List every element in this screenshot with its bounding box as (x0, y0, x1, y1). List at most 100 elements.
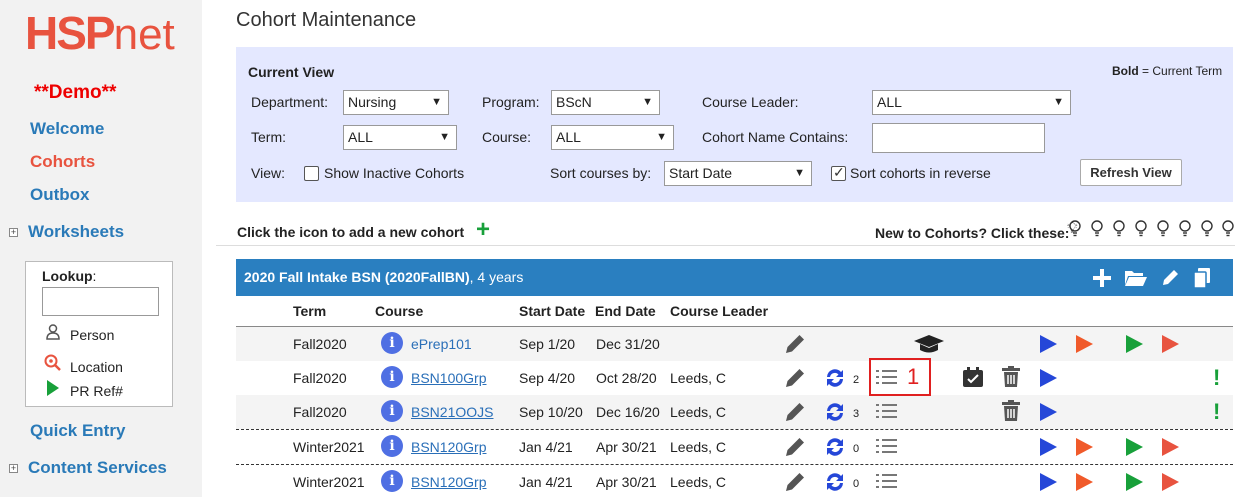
program-label: Program: (482, 94, 540, 110)
lookup-location[interactable]: Location (44, 354, 123, 375)
nav-outbox[interactable]: Outbox (30, 185, 90, 205)
course-link[interactable]: ePrep101 (411, 336, 472, 352)
course-select[interactable]: ALL ▼ (551, 125, 674, 150)
col-start: Start Date (519, 303, 586, 319)
lookup-input[interactable] (42, 287, 159, 316)
add-cohort-plus-icon[interactable]: + (476, 218, 490, 242)
course-leader-select[interactable]: ALL ▼ (872, 90, 1071, 115)
sync-count: 0 (853, 443, 860, 455)
pencil-icon[interactable] (784, 401, 806, 423)
alert-icon[interactable]: ! (1213, 399, 1220, 425)
sort-reverse-label: Sort cohorts in reverse (850, 165, 991, 181)
list-icon[interactable] (876, 402, 898, 422)
folder-open-icon[interactable] (1124, 269, 1148, 287)
divider (216, 245, 1235, 246)
info-icon[interactable]: i (381, 366, 403, 388)
play-blue-icon[interactable] (1040, 403, 1057, 421)
info-icon[interactable]: i (381, 332, 403, 354)
sync-icon[interactable] (823, 366, 847, 390)
sync-count: 3 (853, 408, 860, 420)
current-view-heading: Current View (248, 64, 335, 80)
nav-cohorts[interactable]: Cohorts (30, 152, 95, 172)
copy-icon[interactable] (1192, 267, 1212, 289)
nav-welcome[interactable]: Welcome (30, 119, 104, 139)
course-link[interactable]: BSN120Grp (411, 439, 486, 455)
pencil-icon[interactable] (784, 436, 806, 458)
play-green-icon[interactable] (1126, 335, 1143, 353)
info-icon[interactable]: i (381, 470, 403, 492)
list-icon[interactable] (876, 472, 898, 492)
table-row: Winter2021 i BSN120Grp Jan 4/21 Apr 30/2… (236, 465, 1233, 497)
play-blue-icon[interactable] (1040, 335, 1057, 353)
pencil-icon[interactable] (784, 333, 806, 355)
refresh-view-button[interactable]: Refresh View (1080, 159, 1182, 186)
page-title: Cohort Maintenance (236, 9, 417, 31)
lookup-prref[interactable]: PR Ref# (44, 380, 123, 399)
show-inactive-label: Show Inactive Cohorts (324, 165, 465, 181)
trash-icon[interactable] (1001, 400, 1021, 422)
bold-note: Bold = Current Term (1112, 64, 1223, 78)
add-cohort-text: Click the icon to add a new cohort (237, 224, 465, 240)
department-select[interactable]: Nursing ▼ (343, 90, 449, 115)
dropdown-arrow-icon: ▼ (439, 131, 450, 143)
cohort-title: 2020 Fall Intake BSN (2020FallBN), 4 yea… (244, 269, 524, 285)
play-orange-icon[interactable] (1076, 473, 1093, 491)
dropdown-arrow-icon: ▼ (794, 167, 805, 179)
col-end: End Date (595, 303, 656, 319)
term-cell: Winter2021 (293, 474, 365, 490)
list-icon[interactable] (876, 437, 898, 457)
dropdown-arrow-icon: ▼ (431, 96, 442, 108)
nav-worksheets[interactable]: + Worksheets (9, 222, 124, 242)
sort-reverse-checkbox[interactable] (831, 164, 846, 181)
graduation-cap-icon[interactable] (913, 333, 945, 355)
lookup-person[interactable]: Person (44, 324, 114, 343)
play-blue-icon[interactable] (1040, 473, 1057, 491)
play-orange-icon[interactable] (1076, 438, 1093, 456)
help-lightbulbs[interactable] (1068, 219, 1234, 239)
course-label: Course: (482, 129, 532, 145)
play-a-icon[interactable] (1162, 473, 1179, 491)
calendar-check-icon[interactable] (962, 366, 984, 388)
pencil-icon[interactable] (784, 471, 806, 493)
play-blue-icon[interactable] (1040, 369, 1057, 387)
location-search-icon (44, 354, 62, 375)
dropdown-arrow-icon: ▼ (1053, 96, 1064, 108)
trash-icon[interactable] (1001, 366, 1021, 388)
nav-content-services[interactable]: + Content Services (9, 458, 167, 478)
program-select[interactable]: BScN ▼ (551, 90, 660, 115)
nav-quick-entry[interactable]: Quick Entry (30, 421, 125, 441)
play-orange-icon[interactable] (1076, 335, 1093, 353)
expand-icon[interactable]: + (9, 464, 18, 474)
start-cell: Jan 4/21 (519, 474, 573, 490)
add-course-icon[interactable] (1092, 268, 1112, 288)
play-green-icon[interactable] (1126, 473, 1143, 491)
show-inactive-checkbox[interactable] (304, 166, 319, 181)
term-cell: Fall2020 (293, 336, 347, 352)
end-cell: Apr 30/21 (596, 439, 657, 455)
cohort-name-input[interactable] (872, 123, 1045, 153)
dropdown-arrow-icon: ▼ (642, 96, 653, 108)
sync-count: 0 (853, 478, 860, 490)
course-link[interactable]: BSN120Grp (411, 474, 486, 490)
term-select[interactable]: ALL ▼ (343, 125, 457, 150)
sort-courses-label: Sort courses by: (550, 165, 652, 181)
play-green-icon[interactable] (1126, 438, 1143, 456)
hspnet-logo[interactable]: HSPnet (25, 6, 175, 60)
sync-icon[interactable] (823, 435, 847, 459)
info-icon[interactable]: i (381, 435, 403, 457)
info-icon[interactable]: i (381, 400, 403, 422)
sync-icon[interactable] (823, 400, 847, 424)
course-link[interactable]: BSN100Grp (411, 370, 486, 386)
leader-cell: Leeds, C (670, 439, 727, 455)
sort-courses-select[interactable]: Start Date ▼ (664, 161, 812, 186)
alert-icon[interactable]: ! (1213, 365, 1220, 391)
cohort-header: 2020 Fall Intake BSN (2020FallBN), 4 yea… (236, 259, 1233, 296)
expand-icon[interactable]: + (9, 228, 18, 238)
play-blue-icon[interactable] (1040, 438, 1057, 456)
play-a-icon[interactable] (1162, 335, 1179, 353)
pencil-icon[interactable] (1160, 268, 1180, 288)
play-a-icon[interactable] (1162, 438, 1179, 456)
sync-icon[interactable] (823, 470, 847, 494)
pencil-icon[interactable] (784, 367, 806, 389)
course-link[interactable]: BSN21OOJS (411, 404, 493, 420)
